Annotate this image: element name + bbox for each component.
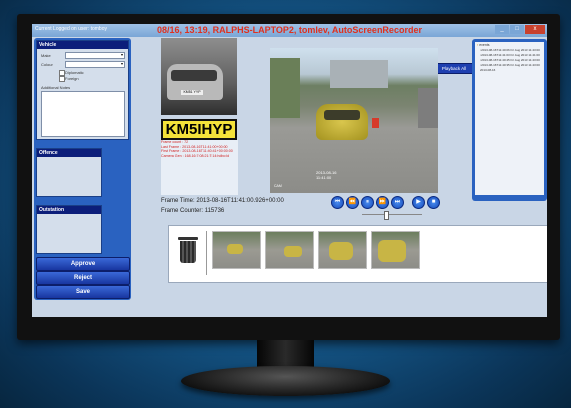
trash-bin-body <box>180 241 196 263</box>
tree-root-label: events <box>479 43 490 47</box>
thumbnail[interactable] <box>212 231 261 269</box>
close-button[interactable]: x <box>525 25 545 34</box>
chevron-down-icon: ▾ <box>120 52 123 57</box>
tree-item-label: 2013-08-16T11:40:06 Fri Aug 2013 11:43:0… <box>481 48 540 52</box>
frame-time-label: Frame Time: <box>161 198 195 204</box>
license-plate-crop: KM5IHYP <box>161 119 237 140</box>
skip-forward-icon: ⏭ <box>394 199 401 205</box>
pause-button[interactable]: ⏸ <box>361 196 374 209</box>
chevron-down-icon: ▾ <box>120 61 123 66</box>
tree-item-label: 2013-08-16T11:41:03 Fri Aug 2013 11:41:0… <box>481 53 540 57</box>
tree-item-label: 2013-08-16 <box>480 68 496 72</box>
tree-item-label: 2013-08-16T11:40:45 Fri Aug 2013 11:43:0… <box>481 58 540 62</box>
pause-icon: ⏸ <box>365 199 369 205</box>
reject-button[interactable]: Reject <box>36 271 130 285</box>
make-label: Make <box>41 53 51 58</box>
offence-header: Offence <box>37 149 101 157</box>
windshield <box>324 110 360 120</box>
skip-back-icon: ⏮ <box>334 199 341 205</box>
scene-camera-image: 2013-08-16 11:41:00 CAM <box>270 48 438 193</box>
thumbnail[interactable] <box>318 231 367 269</box>
frame-counter: Frame Counter: 115736 <box>161 208 224 214</box>
left-panel: Vehicle Make ▾ Colour ▾ Diplomatic Forei… <box>34 38 131 300</box>
file-tree: ▪ events ▫2013-08-16T11:40:06 Fri Aug 20… <box>475 42 544 195</box>
plate-info-panel: Frame count : 72 Last Frame : 2013-08-16… <box>161 140 238 195</box>
tree-item[interactable]: 2013-08-16 <box>480 68 544 73</box>
notes-label: Additional Notes <box>41 85 71 90</box>
stop-button[interactable]: ■ <box>427 196 440 209</box>
window-title: 08/16, 13:19, RALPHS-LAPTOP2, tomlev, Au… <box>157 25 422 35</box>
car-shape <box>227 244 243 254</box>
stop-icon: ■ <box>431 199 436 205</box>
minimize-button[interactable]: _ <box>495 25 509 34</box>
forward-button[interactable]: ⏩ <box>376 196 389 209</box>
scene-overlay: 2013-08-16 11:41:00 <box>316 170 336 180</box>
overlay-time: 11:41:00 <box>316 175 332 180</box>
frame-time: Frame Time: 2013-08-16T11:41:00.926+00:0… <box>161 198 284 204</box>
rewind-icon: ⏪ <box>348 199 357 205</box>
play-icon: ▶ <box>416 199 421 205</box>
vehicle-header: Vehicle <box>37 41 128 49</box>
title-bar: Current Logged on user: tomboy 08/16, 13… <box>32 24 547 37</box>
car-shape <box>284 246 302 257</box>
vehicle-box: Vehicle Make ▾ Colour ▾ Diplomatic Forei… <box>36 40 129 140</box>
tree <box>270 58 300 118</box>
offence-box: Offence <box>36 148 102 197</box>
frame-counter-label: Frame Counter: <box>161 208 204 214</box>
colour-label: Colour <box>41 62 53 67</box>
outstation-box: Outstation <box>36 205 102 254</box>
last-frame-button[interactable]: ⏭ <box>391 196 404 209</box>
thumbnail[interactable] <box>371 231 420 269</box>
windshield <box>171 70 217 81</box>
trash-area[interactable] <box>172 231 207 275</box>
info-line: Camera Gen : 168.16:7:08:21:T:14:hdbo:ld <box>161 153 230 158</box>
outstation-header: Outstation <box>37 206 101 214</box>
building <box>330 60 388 88</box>
play-button[interactable]: ▶ <box>412 196 425 209</box>
app-window: Current Logged on user: tomboy 08/16, 13… <box>32 24 547 317</box>
car-shape <box>329 242 353 260</box>
playback-all-button[interactable]: Playback All <box>434 63 474 74</box>
car-shape <box>378 240 406 262</box>
scrub-track[interactable] <box>362 214 422 215</box>
maximize-button[interactable]: □ <box>510 25 524 34</box>
colour-select[interactable]: ▾ <box>65 61 125 68</box>
thumbnail[interactable] <box>265 231 314 269</box>
parked-car <box>418 88 438 128</box>
make-select[interactable]: ▾ <box>65 52 125 59</box>
rewind-button[interactable]: ⏪ <box>346 196 359 209</box>
first-frame-button[interactable]: ⏮ <box>331 196 344 209</box>
small-plate: KM51 YYP <box>181 90 203 95</box>
overlay-tag: CAM <box>274 184 282 188</box>
monitor-base <box>181 366 390 396</box>
file-tree-panel: ▪ events ▫2013-08-16T11:40:06 Fri Aug 20… <box>472 39 547 201</box>
traffic-cone <box>372 118 379 128</box>
approve-button[interactable]: Approve <box>36 257 130 271</box>
fast-forward-icon: ⏩ <box>378 199 387 205</box>
plate-camera-image: KM51 YYP <box>161 38 237 115</box>
tree-item-label: 2013-08-16T11:40:35 Fri Aug 2013 11:43:0… <box>481 63 540 67</box>
frame-time-value: 2013-08-16T11:41:00.926+00:00 <box>196 198 284 204</box>
trash-bin-icon <box>178 237 198 240</box>
save-button[interactable]: Save <box>36 285 130 299</box>
foreign-label: Foreign <box>65 76 79 81</box>
scrub-handle[interactable] <box>384 211 389 220</box>
diplomatic-label: Diplomatic <box>65 70 84 75</box>
frame-counter-value: 115736 <box>204 208 225 214</box>
notes-textarea[interactable] <box>41 91 125 137</box>
